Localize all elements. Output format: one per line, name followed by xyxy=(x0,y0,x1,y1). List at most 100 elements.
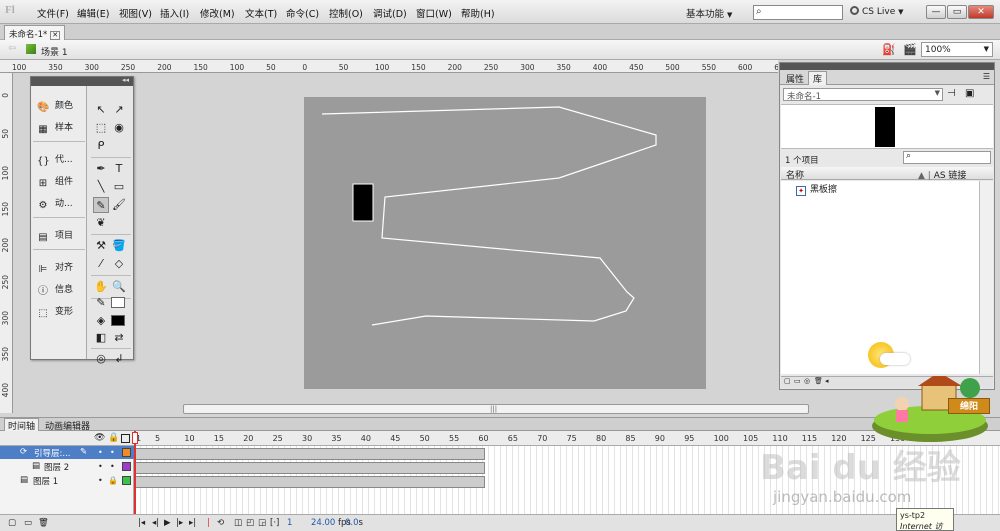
side-item-code[interactable]: {} 代... xyxy=(37,152,73,168)
menu-control[interactable]: 控制(O) xyxy=(329,6,363,20)
back-arrow-icon[interactable]: ⇦ xyxy=(8,43,16,54)
edit-scene-icon[interactable]: 🎬 xyxy=(903,43,917,56)
library-document-select[interactable]: 未命名-1 ▼ xyxy=(783,88,943,102)
pencil-tool-icon[interactable]: ✎ xyxy=(93,197,109,213)
brush-tool-icon[interactable]: 🖌 xyxy=(111,197,127,213)
menu-commands[interactable]: 命令(C) xyxy=(286,6,319,20)
line-tool-icon[interactable]: ╲ xyxy=(93,179,109,195)
pin-icon[interactable]: ⊣ xyxy=(947,88,956,99)
play-icon[interactable]: ▶ xyxy=(164,518,171,528)
next-frame-icon[interactable]: |▸ xyxy=(176,518,183,528)
new-folder-icon[interactable]: ▭ xyxy=(24,518,32,528)
tab-timeline[interactable]: 时间轴 xyxy=(4,418,40,432)
restore-button[interactable]: ▭ xyxy=(947,5,967,19)
side-item-swatches[interactable]: ▦ 样本 xyxy=(37,120,73,136)
edit-multiple-frames-icon[interactable]: ◲ xyxy=(258,518,266,528)
current-frame[interactable]: 1 xyxy=(287,518,292,528)
frame-span-layer-2[interactable] xyxy=(135,462,485,474)
playhead[interactable] xyxy=(134,431,136,526)
new-folder-icon[interactable]: ▭ xyxy=(794,377,801,385)
3d-rotation-tool-icon[interactable]: ◉ xyxy=(111,120,127,136)
side-item-info[interactable]: ⓘ 信息 xyxy=(37,282,73,298)
close-button[interactable]: ✕ xyxy=(968,5,994,19)
new-symbol-icon[interactable]: ▢ xyxy=(784,377,791,385)
lasso-tool-icon[interactable]: ᑭ xyxy=(93,138,109,154)
column-name[interactable]: 名称 xyxy=(786,168,804,181)
menu-text[interactable]: 文本(T) xyxy=(245,6,277,20)
layer-row-2[interactable]: ▤ 图层 2 • • xyxy=(0,460,134,473)
hand-tool-icon[interactable]: ✋ xyxy=(93,279,109,295)
panel-menu-icon[interactable]: ☰ xyxy=(983,72,990,81)
snap-icon[interactable]: ↲ xyxy=(111,351,127,367)
pen-tool-icon[interactable]: ✒ xyxy=(93,161,109,177)
bone-tool-icon[interactable]: ⚒ xyxy=(93,238,109,254)
eraser-symbol[interactable] xyxy=(352,183,374,222)
center-frame-icon[interactable]: | xyxy=(207,518,210,528)
workspace-switcher[interactable]: 基本功能 ▼ xyxy=(686,3,742,21)
layer-color-box[interactable] xyxy=(122,476,131,485)
stage-horizontal-scrollbar[interactable]: ||| xyxy=(183,404,809,414)
onion-outline-icon[interactable]: ◰ xyxy=(246,518,254,528)
onion-skin-icon[interactable]: ◫ xyxy=(234,518,242,528)
menu-file[interactable]: 文件(F) xyxy=(37,6,69,20)
free-transform-tool-icon[interactable]: ⬚ xyxy=(93,120,109,136)
collapse-icon[interactable]: ◂◂ xyxy=(122,76,129,84)
object-drawing-icon[interactable]: ◎ xyxy=(93,351,109,367)
panel-header[interactable]: ◂◂ xyxy=(31,76,133,86)
black-white-icon[interactable]: ◧ xyxy=(93,330,109,346)
loop-icon[interactable]: ⟲ xyxy=(217,518,224,528)
menu-modify[interactable]: 修改(M) xyxy=(200,6,235,20)
side-item-color[interactable]: 🎨 颜色 xyxy=(37,98,73,114)
swap-colors-icon[interactable]: ⇄ xyxy=(111,330,127,346)
rectangle-tool-icon[interactable]: ▭ xyxy=(111,179,127,195)
library-search-input[interactable]: ⌕ xyxy=(903,151,991,164)
side-item-align[interactable]: ⊫ 对齐 xyxy=(37,260,73,276)
help-search-input[interactable]: ⌕ xyxy=(753,5,843,20)
side-item-transform[interactable]: ⬚ 变形 xyxy=(37,304,73,320)
prev-frame-icon[interactable]: ◂| xyxy=(152,518,159,528)
side-item-project[interactable]: ▤ 项目 xyxy=(37,228,73,244)
library-vertical-scrollbar[interactable] xyxy=(979,181,993,374)
menu-help[interactable]: 帮助(H) xyxy=(461,6,495,20)
scroll-left-icon[interactable]: ◂ xyxy=(825,377,829,385)
delete-layer-icon[interactable]: 🗑 xyxy=(38,518,49,528)
selection-tool-icon[interactable]: ↖ xyxy=(93,102,109,118)
eyedropper-tool-icon[interactable]: ⁄ xyxy=(93,256,109,272)
delete-icon[interactable]: 🗑 xyxy=(814,377,823,385)
stroke-color-swatch[interactable] xyxy=(111,297,125,308)
subselection-tool-icon[interactable]: ↗ xyxy=(111,102,127,118)
deco-tool-icon[interactable]: ❦ xyxy=(93,215,109,231)
menu-view[interactable]: 视图(V) xyxy=(119,6,152,20)
scene-label[interactable]: 场景 1 xyxy=(41,45,68,58)
last-frame-icon[interactable]: ▸| xyxy=(189,518,196,528)
onion-markers-icon[interactable]: [·] xyxy=(270,518,279,528)
layer-color-box[interactable] xyxy=(122,448,131,457)
layer-row-guide[interactable]: ⟳ 引导层:... ✎ • • xyxy=(0,446,134,459)
new-library-panel-icon[interactable]: ▣ xyxy=(965,88,974,99)
new-layer-icon[interactable]: ▢ xyxy=(8,518,16,528)
edit-symbols-icon[interactable]: ⛽ xyxy=(882,43,896,56)
layer-color-box[interactable] xyxy=(122,462,131,471)
menu-edit[interactable]: 编辑(E) xyxy=(77,6,109,20)
elapsed-time[interactable]: 0.0s xyxy=(345,518,363,528)
zoom-tool-icon[interactable]: 🔍 xyxy=(111,279,127,295)
list-item[interactable]: ✦ 黑板擦 xyxy=(796,182,837,196)
cs-live-button[interactable]: CS Live ▼ xyxy=(850,6,904,17)
frame-span-guide[interactable] xyxy=(135,448,485,460)
document-tab[interactable]: 未命名-1* ✕ xyxy=(4,25,66,40)
tab-properties[interactable]: 属性 xyxy=(782,72,808,85)
eraser-tool-icon[interactable]: ◇ xyxy=(111,256,127,272)
column-as-linkage[interactable]: ▲ | AS 链接 xyxy=(918,168,966,181)
outline-icon[interactable] xyxy=(121,434,130,443)
first-frame-icon[interactable]: |◂ xyxy=(138,518,145,528)
tab-library[interactable]: 库 xyxy=(808,71,828,85)
minimize-button[interactable]: — xyxy=(926,5,946,19)
layer-row-1[interactable]: ▤ 图层 1 • 🔒 xyxy=(0,474,134,487)
properties-icon[interactable]: ◎ xyxy=(804,377,810,385)
stage[interactable] xyxy=(304,97,706,389)
menu-window[interactable]: 窗口(W) xyxy=(416,6,452,20)
text-tool-icon[interactable]: T xyxy=(111,161,127,177)
side-item-components[interactable]: ⊞ 组件 xyxy=(37,174,73,190)
paint-bucket-tool-icon[interactable]: 🪣 xyxy=(111,238,127,254)
eye-icon[interactable]: 👁 xyxy=(94,433,105,443)
